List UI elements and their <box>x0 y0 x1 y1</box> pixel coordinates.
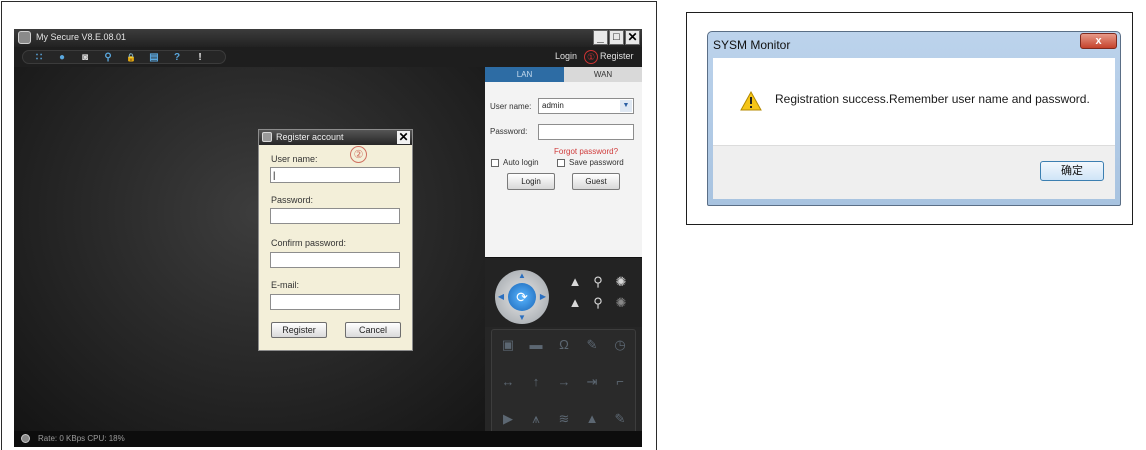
wifi-icon[interactable]: ≋ <box>555 410 573 428</box>
camera-icon[interactable]: ◙ <box>79 52 91 64</box>
guest-button[interactable]: Guest <box>572 173 620 190</box>
register-dialog-title: Register account <box>276 132 344 142</box>
ptz-panel: ▲ ▼ ◀ ▶ ⟳ ▲ ⚲ ✺ ▲ ⚲ ✺ ▣ ▬ Ω ✎ ◷ ↔ ↑ → ⇥ … <box>485 257 642 447</box>
login-password-field[interactable] <box>538 124 634 140</box>
app-window: My Secure V8.E.08.01 _ □ ✕ ∷ ● ◙ ⚲ 🔒 ▤ ?… <box>14 29 642 447</box>
right-screenshot-frame: SYSM Monitor x Registration success.Reme… <box>686 12 1133 225</box>
message-box-title: SYSM Monitor <box>713 38 791 52</box>
close-button[interactable]: ✕ <box>625 30 640 45</box>
login-panel: LAN WAN User name: admin ▼ Password: For… <box>485 67 642 257</box>
tab-lan[interactable]: LAN <box>485 67 564 82</box>
export-icon[interactable]: ⇥ <box>583 373 601 391</box>
ptz-down-icon[interactable]: ▼ <box>517 313 527 323</box>
left-screenshot-frame: My Secure V8.E.08.01 _ □ ✕ ∷ ● ◙ ⚲ 🔒 ▤ ?… <box>1 1 657 450</box>
app-logo-icon <box>18 31 31 44</box>
ptz-direction-pad[interactable]: ▲ ▼ ◀ ▶ ⟳ <box>495 270 549 324</box>
headphone-icon[interactable]: Ω <box>555 336 573 354</box>
help-icon[interactable]: ? <box>171 52 183 64</box>
focus-down-icon[interactable]: ▲ <box>568 296 582 310</box>
record-icon[interactable]: ● <box>56 52 68 64</box>
record-icon[interactable]: ▬ <box>527 336 545 354</box>
lock-icon[interactable]: 🔒 <box>125 52 137 64</box>
clock-icon[interactable]: ◷ <box>611 336 629 354</box>
swap-icon[interactable]: ↔ <box>499 373 517 391</box>
confirm-password-label: Confirm password: <box>271 238 347 248</box>
step-2-marker: ② <box>350 146 367 163</box>
tab-wan[interactable]: WAN <box>564 67 642 82</box>
maximize-button[interactable]: □ <box>609 30 624 45</box>
iris-open-icon[interactable]: ✺ <box>614 275 628 289</box>
function-icon-grid: ▣ ▬ Ω ✎ ◷ ↔ ↑ → ⇥ ⌐ ▶ ⩚ ≋ ▲ ✎ <box>491 329 636 441</box>
ok-button[interactable]: 确定 <box>1040 161 1104 181</box>
status-icon <box>21 434 30 443</box>
user-name-label: User name: <box>271 154 318 164</box>
user-name-field[interactable]: | <box>270 167 400 183</box>
zoom-in-icon[interactable]: ⚲ <box>591 275 605 289</box>
toolbar-icon-group: ∷ ● ◙ ⚲ 🔒 ▤ ? ! <box>22 50 226 64</box>
register-button[interactable]: Register <box>271 322 327 338</box>
user-name-value: admin <box>542 101 564 110</box>
grid-icon[interactable]: ∷ <box>33 52 45 64</box>
cancel-button[interactable]: Cancel <box>345 322 401 338</box>
video-area <box>14 67 485 431</box>
app-title: My Secure V8.E.08.01 <box>36 32 127 42</box>
ptz-controls: ▲ ▼ ◀ ▶ ⟳ ▲ ⚲ ✺ ▲ ⚲ ✺ <box>485 257 642 327</box>
ptz-auto-icon[interactable]: ⟳ <box>508 283 536 311</box>
auto-login-checkbox[interactable] <box>491 159 499 167</box>
password-label: Password: <box>271 195 314 205</box>
search-icon[interactable]: ⚲ <box>102 52 114 64</box>
login-link[interactable]: Login <box>555 51 577 61</box>
warning-icon[interactable]: ▲ <box>583 410 601 428</box>
title-bar: My Secure V8.E.08.01 _ □ ✕ <box>14 29 642 47</box>
antenna-icon[interactable]: ⩚ <box>527 410 545 428</box>
ptz-left-icon[interactable]: ◀ <box>496 292 506 302</box>
confirm-password-field[interactable] <box>270 252 400 268</box>
up-arrow-icon[interactable]: ↑ <box>527 373 545 391</box>
save-password-label: Save password <box>569 158 624 167</box>
step-1-marker: ① <box>584 50 598 64</box>
message-box-close-button[interactable]: x <box>1080 33 1117 49</box>
ptz-up-icon[interactable]: ▲ <box>517 271 527 281</box>
email-label: E-mail: <box>271 280 300 290</box>
play-icon[interactable]: ▶ <box>499 410 517 428</box>
wrench-icon[interactable]: ✎ <box>611 410 629 428</box>
toolbar: ∷ ● ◙ ⚲ 🔒 ▤ ? ! ① Login Register <box>14 47 642 67</box>
user-name-select[interactable]: admin ▼ <box>538 98 634 114</box>
forgot-password-link[interactable]: Forgot password? <box>554 147 618 156</box>
message-box: SYSM Monitor x Registration success.Reme… <box>707 31 1121 206</box>
message-footer: 确定 <box>713 145 1115 199</box>
auto-login-label: Auto login <box>503 158 539 167</box>
warning-icon <box>740 91 762 111</box>
corner-icon[interactable]: ⌐ <box>611 373 629 391</box>
right-arrow-icon[interactable]: → <box>555 373 573 391</box>
focus-up-icon[interactable]: ▲ <box>568 275 582 289</box>
chevron-down-icon[interactable]: ▼ <box>620 100 632 112</box>
tools-icon[interactable]: ✎ <box>583 336 601 354</box>
status-text: Rate: 0 KBps CPU: 18% <box>38 434 125 443</box>
save-password-checkbox[interactable] <box>557 159 565 167</box>
register-dialog-title-bar: Register account ✕ <box>259 130 412 145</box>
zoom-out-icon[interactable]: ⚲ <box>591 296 605 310</box>
register-dialog-close-button[interactable]: ✕ <box>397 131 410 144</box>
message-text: Registration success.Remember user name … <box>775 92 1090 106</box>
register-dialog: Register account ✕ ② User name: | Passwo… <box>258 129 413 351</box>
storage-icon[interactable]: ▤ <box>148 52 160 64</box>
login-button[interactable]: Login <box>507 173 555 190</box>
iris-close-icon[interactable]: ✺ <box>614 296 628 310</box>
ptz-right-icon[interactable]: ▶ <box>538 292 548 302</box>
snapshot-icon[interactable]: ▣ <box>499 336 517 354</box>
minimize-button[interactable]: _ <box>593 30 608 45</box>
password-field[interactable] <box>270 208 400 224</box>
status-bar: Rate: 0 KBps CPU: 18% <box>14 431 642 447</box>
dialog-logo-icon <box>262 132 272 142</box>
email-field[interactable] <box>270 294 400 310</box>
login-user-name-label: User name: <box>490 102 532 111</box>
login-password-label: Password: <box>490 127 528 136</box>
message-body: Registration success.Remember user name … <box>713 58 1115 145</box>
info-icon[interactable]: ! <box>194 52 206 64</box>
register-link[interactable]: Register <box>600 51 634 61</box>
